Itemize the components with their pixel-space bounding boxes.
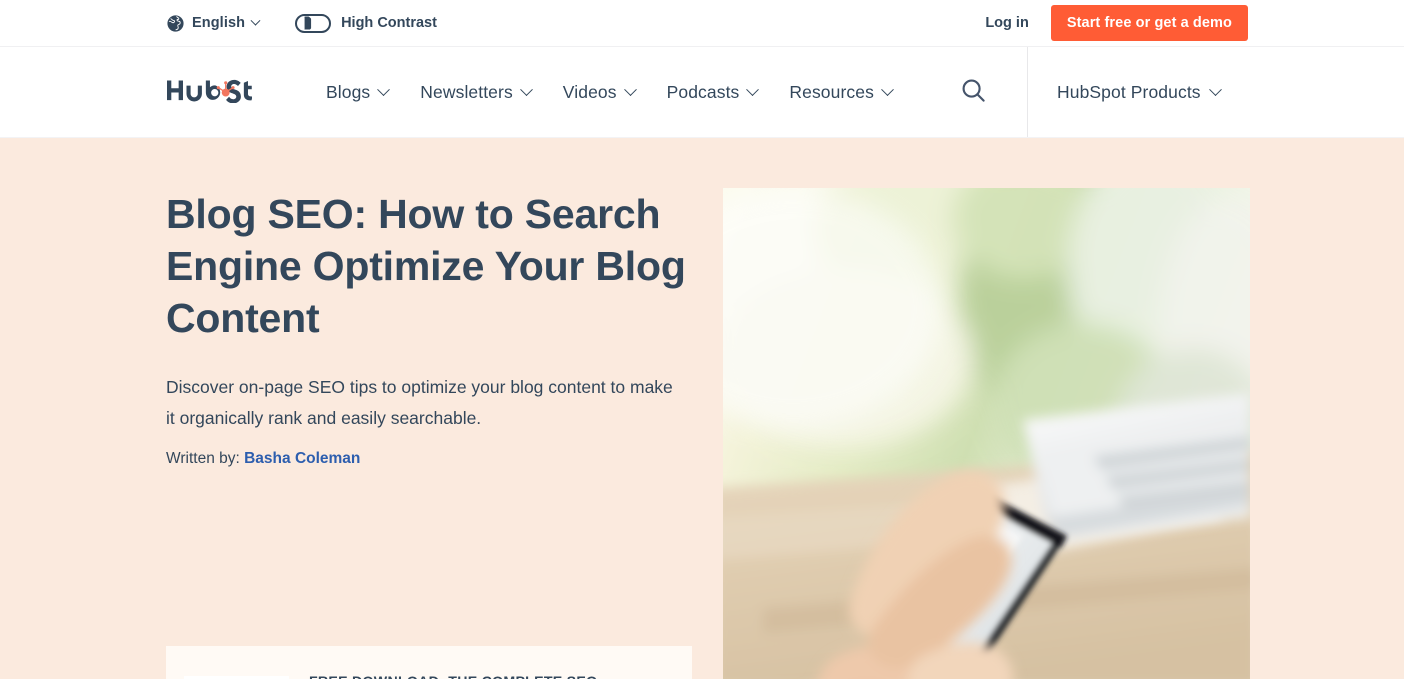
nav-divider [1027, 47, 1028, 137]
nav-item-label: Resources [789, 81, 874, 102]
contrast-toggle-icon[interactable] [295, 13, 332, 33]
chevron-down-icon [746, 82, 760, 96]
nav-items: Blogs Newsletters Videos Podcasts Resour… [326, 73, 991, 111]
nav-item-podcasts[interactable]: Podcasts [666, 81, 760, 103]
nav-item-resources[interactable]: Resources [789, 81, 894, 103]
search-button[interactable] [956, 73, 991, 111]
nav-item-label: Newsletters [420, 81, 513, 102]
high-contrast-toggle[interactable]: High Contrast [295, 13, 437, 33]
chevron-down-icon [881, 82, 894, 96]
high-contrast-label: High Contrast [341, 15, 437, 31]
hubspot-products-label: HubSpot Products [1057, 81, 1201, 102]
start-free-demo-button[interactable]: Start free or get a demo [1050, 4, 1248, 42]
chevron-down-icon [377, 82, 391, 96]
utility-bar-left: English High Contrast [166, 13, 437, 33]
nav-item-blogs[interactable]: Blogs [326, 81, 391, 103]
hubspot-logo[interactable] [166, 76, 253, 108]
hero-section: Blog SEO: How to Search Engine Optimize … [0, 138, 1404, 679]
nav-item-videos[interactable]: Videos [562, 81, 637, 103]
hero-text-block: Blog SEO: How to Search Engine Optimize … [166, 188, 696, 468]
cta-body: FREE DOWNLOAD: THE COMPLETE SEO STARTER … [309, 670, 666, 679]
chevron-down-icon [519, 82, 533, 96]
nav-item-label: Blogs [326, 81, 371, 102]
written-by-label: Written by: [166, 450, 240, 467]
utility-bar-right: Log in Start free or get a demo [979, 4, 1248, 42]
utility-bar: English High Contrast Log in Start free … [0, 0, 1404, 47]
byline: Written by: Basha Coleman [166, 450, 696, 468]
search-icon [960, 77, 987, 107]
nav-item-label: Videos [562, 81, 617, 102]
language-selector[interactable]: English [166, 14, 261, 33]
hero-image [723, 188, 1250, 679]
main-navigation: Blogs Newsletters Videos Podcasts Resour… [0, 47, 1404, 138]
globe-icon [166, 14, 185, 33]
language-label: English [192, 15, 246, 31]
chevron-down-icon [1208, 82, 1222, 96]
nav-item-label: Podcasts [666, 81, 740, 102]
hero-subtitle: Discover on-page SEO tips to optimize yo… [166, 377, 673, 428]
nav-item-newsletters[interactable]: Newsletters [420, 81, 533, 103]
page-title: Blog SEO: How to Search Engine Optimize … [166, 191, 686, 341]
login-link[interactable]: Log in [979, 11, 1035, 35]
download-cta-card: SEO FREE DOWNLOAD: THE COMPLETE SEO STAR… [166, 646, 692, 679]
chevron-down-icon [250, 15, 261, 26]
nav-item-hubspot-products[interactable]: HubSpot Products [1057, 81, 1222, 103]
nav-left-group: Blogs Newsletters Videos Podcasts Resour… [166, 73, 991, 111]
cta-title: FREE DOWNLOAD: THE COMPLETE SEO STARTER … [309, 672, 666, 679]
chevron-down-icon [623, 82, 637, 96]
author-link[interactable]: Basha Coleman [244, 450, 360, 467]
